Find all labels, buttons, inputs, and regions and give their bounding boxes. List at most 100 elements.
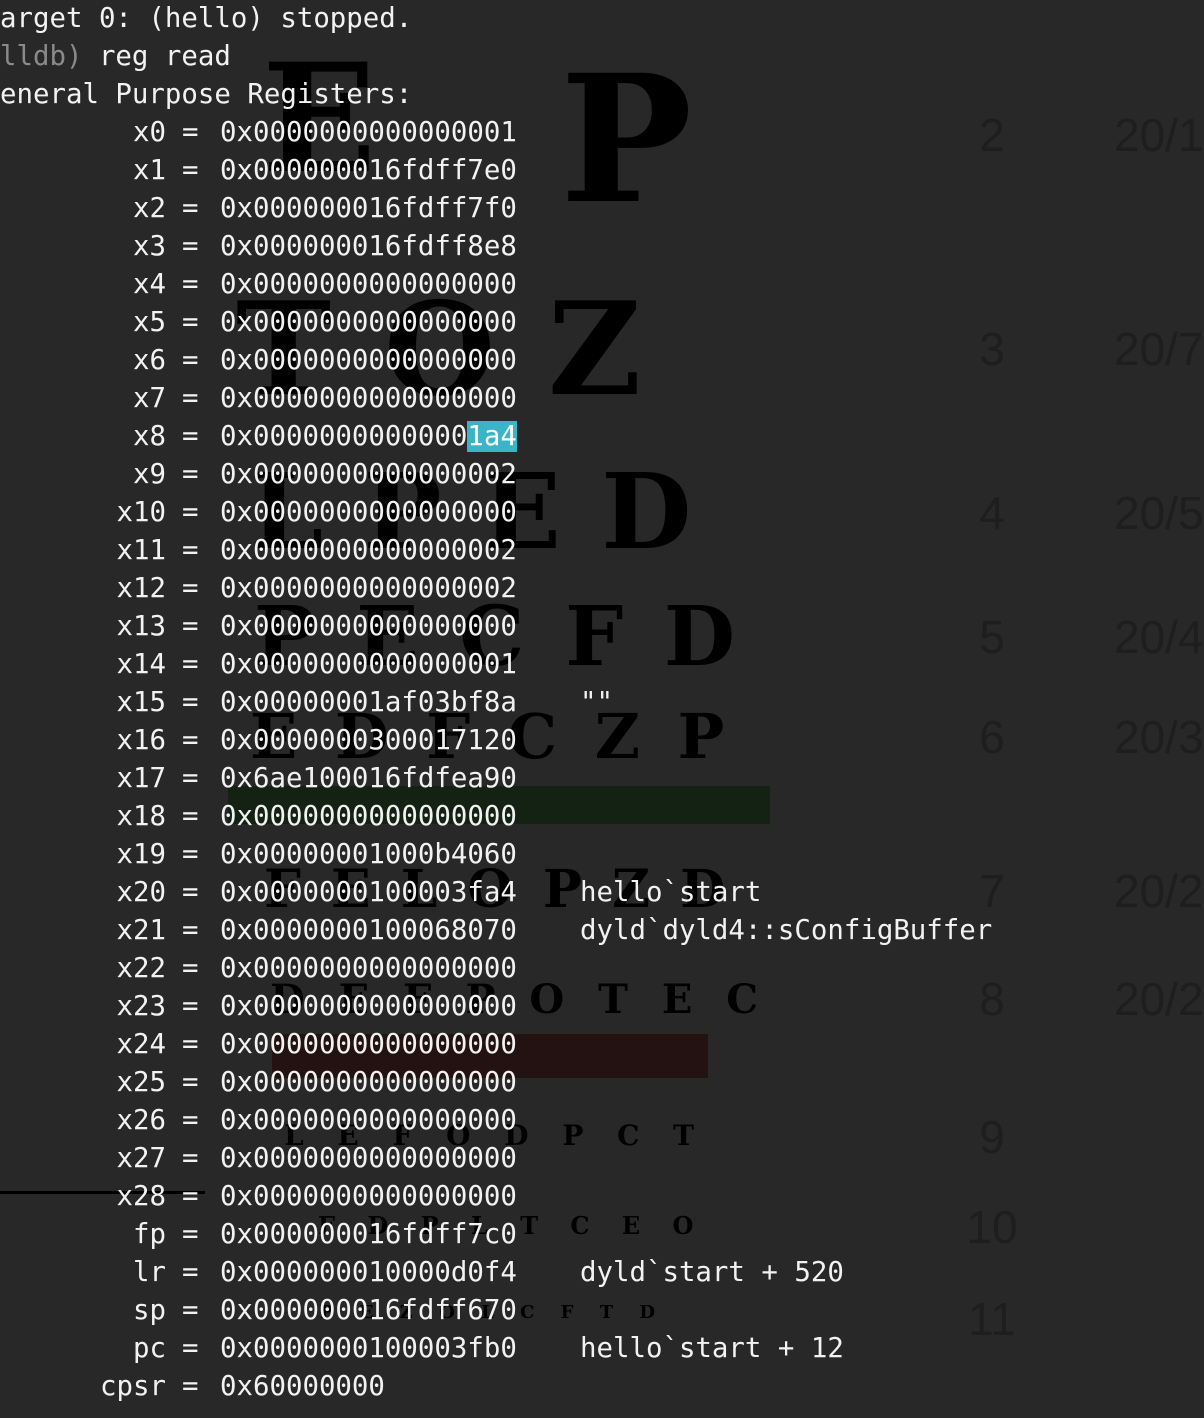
register-row: x22 = 0x0000000000000000 (0, 950, 1204, 988)
register-name: x6 (133, 345, 166, 376)
section-title: eneral Purpose Registers: (0, 79, 413, 110)
register-row: x2 = 0x000000016fdff7f0 (0, 190, 1204, 228)
selected-text-highlight[interactable]: 1a4 (467, 421, 517, 452)
equals-sign: = (182, 1333, 199, 1364)
stop-message: arget 0: (hello) stopped. (0, 3, 413, 34)
register-name: x14 (116, 649, 166, 680)
equals-sign: = (182, 915, 199, 946)
register-value[interactable]: 0x0000000000000000 (220, 988, 517, 1026)
register-row: x4 = 0x0000000000000000 (0, 266, 1204, 304)
register-value[interactable]: 0x0000000300017120 (220, 722, 517, 760)
register-row: lr = 0x000000010000d0f4 dyld`start + 520 (0, 1254, 1204, 1292)
register-row: x17 = 0x6ae100016fdfea90 (0, 760, 1204, 798)
register-row: x1 = 0x000000016fdff7e0 (0, 152, 1204, 190)
register-row: x0 = 0x0000000000000001 (0, 114, 1204, 152)
register-value[interactable]: 0x0000000000000000 (220, 608, 517, 646)
register-value-prefix: 0x0000000000000 (220, 421, 468, 452)
register-value[interactable]: 0x0000000100068070 (220, 912, 517, 950)
equals-sign: = (182, 1371, 199, 1402)
register-value[interactable]: 0x0000000100003fa4 (220, 874, 517, 912)
terminal-window[interactable]: P E T O Z L P E D P E C F D E D F C Z P … (0, 0, 1204, 1418)
register-symbol-annotation: dyld`start + 520 (580, 1257, 844, 1288)
register-name: x0 (133, 117, 166, 148)
register-value[interactable]: 0x0000000000000000 (220, 304, 517, 342)
register-symbol-annotation: dyld`dyld4::sConfigBuffer (580, 915, 993, 946)
register-name: x17 (116, 763, 166, 794)
register-value[interactable]: 0x00000001af03bf8a (220, 684, 517, 722)
register-value[interactable]: 0x0000000000000000 (220, 1140, 517, 1178)
register-name: x27 (116, 1143, 166, 1174)
equals-sign: = (182, 611, 199, 642)
register-name: x4 (133, 269, 166, 300)
register-value[interactable]: 0x0000000000000000 (220, 342, 517, 380)
register-name: x23 (116, 991, 166, 1022)
command-text: reg read (82, 41, 231, 72)
register-value[interactable]: 0x0000000000000000 (220, 798, 517, 836)
register-name: sp (133, 1295, 166, 1326)
register-value[interactable]: 0x0000000100003fb0 (220, 1330, 517, 1368)
register-row: x6 = 0x0000000000000000 (0, 342, 1204, 380)
register-name: x24 (116, 1029, 166, 1060)
equals-sign: = (182, 1029, 199, 1060)
equals-sign: = (182, 155, 199, 186)
register-row: x5 = 0x0000000000000000 (0, 304, 1204, 342)
equals-sign: = (182, 421, 199, 452)
equals-sign: = (182, 193, 199, 224)
register-value[interactable]: 0x60000000 (220, 1368, 385, 1406)
equals-sign: = (182, 687, 199, 718)
register-value[interactable]: 0x0000000000000000 (220, 1064, 517, 1102)
register-value[interactable]: 0x000000016fdff670 (220, 1292, 517, 1330)
register-row: x19 = 0x00000001000b4060 (0, 836, 1204, 874)
register-row: cpsr = 0x60000000 (0, 1368, 1204, 1406)
register-value[interactable]: 0x0000000000000001 (220, 114, 517, 152)
register-name: cpsr (100, 1371, 166, 1402)
register-row: x25 = 0x0000000000000000 (0, 1064, 1204, 1102)
register-value[interactable]: 0x0000000000000001 (220, 646, 517, 684)
register-value[interactable]: 0x0000000000000002 (220, 532, 517, 570)
equals-sign: = (182, 877, 199, 908)
equals-sign: = (182, 763, 199, 794)
register-value[interactable]: 0x0000000000000000 (220, 950, 517, 988)
equals-sign: = (182, 725, 199, 756)
equals-sign: = (182, 1295, 199, 1326)
register-row: x15 = 0x00000001af03bf8a "" (0, 684, 1204, 722)
register-row: x7 = 0x0000000000000000 (0, 380, 1204, 418)
register-value[interactable]: 0x0000000000000000 (220, 266, 517, 304)
register-value[interactable]: 0x0000000000000002 (220, 570, 517, 608)
equals-sign: = (182, 649, 199, 680)
register-name: x9 (133, 459, 166, 490)
register-symbol-annotation: hello`start (580, 877, 762, 908)
register-value[interactable]: 0x00000001000b4060 (220, 836, 517, 874)
register-row: x12 = 0x0000000000000002 (0, 570, 1204, 608)
register-value[interactable]: 0x000000016fdff7f0 (220, 190, 517, 228)
register-row: fp = 0x000000016fdff7c0 (0, 1216, 1204, 1254)
register-value[interactable]: 0x0000000000000002 (220, 456, 517, 494)
register-value[interactable]: 0x000000016fdff7e0 (220, 152, 517, 190)
register-symbol-annotation: hello`start + 12 (580, 1333, 844, 1364)
register-name: x20 (116, 877, 166, 908)
register-value[interactable]: 0x0000000000000000 (220, 494, 517, 532)
register-name: x21 (116, 915, 166, 946)
register-name: x2 (133, 193, 166, 224)
register-value[interactable]: 0x0000000000000000 (220, 1102, 517, 1140)
register-name: x7 (133, 383, 166, 414)
equals-sign: = (182, 117, 199, 148)
register-value[interactable]: 0x00000000000001a4 (220, 418, 517, 456)
register-value[interactable]: 0x000000016fdff7c0 (220, 1216, 517, 1254)
register-row: x28 = 0x0000000000000000 (0, 1178, 1204, 1216)
register-value[interactable]: 0x0000000000000000 (220, 1026, 517, 1064)
register-value[interactable]: 0x0000000000000000 (220, 1178, 517, 1216)
equals-sign: = (182, 383, 199, 414)
equals-sign: = (182, 1105, 199, 1136)
register-row: x11 = 0x0000000000000002 (0, 532, 1204, 570)
equals-sign: = (182, 307, 199, 338)
equals-sign: = (182, 269, 199, 300)
register-value[interactable]: 0x6ae100016fdfea90 (220, 760, 517, 798)
register-row: x27 = 0x0000000000000000 (0, 1140, 1204, 1178)
register-row: x23 = 0x0000000000000000 (0, 988, 1204, 1026)
register-value[interactable]: 0x000000010000d0f4 (220, 1254, 517, 1292)
register-symbol-annotation: "" (580, 687, 613, 718)
register-value[interactable]: 0x000000016fdff8e8 (220, 228, 517, 266)
register-value[interactable]: 0x0000000000000000 (220, 380, 517, 418)
equals-sign: = (182, 345, 199, 376)
